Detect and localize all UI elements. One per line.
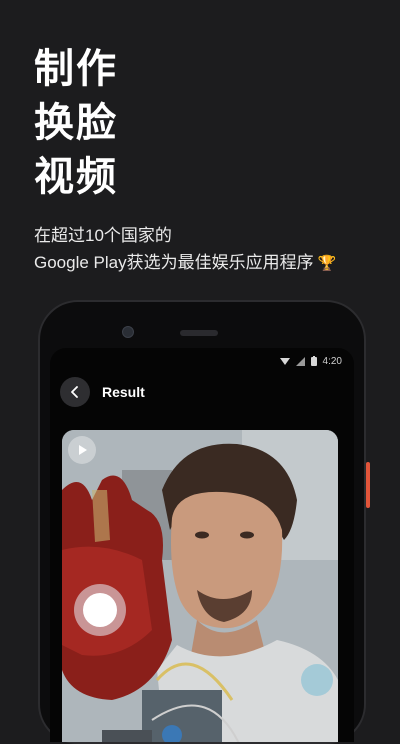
battery-icon — [310, 356, 317, 366]
subtitle: 在超过10个国家的 Google Play获选为最佳娱乐应用程序 🏆 — [34, 222, 336, 277]
play-icon — [79, 445, 87, 455]
camera-icon — [122, 326, 134, 338]
subtitle-line-2-wrap: Google Play获选为最佳娱乐应用程序 🏆 — [34, 249, 336, 277]
phone-screen: 4:20 Result — [50, 348, 354, 742]
subtitle-line-2: Google Play获选为最佳娱乐应用程序 — [34, 253, 314, 272]
signal-icon — [295, 356, 305, 366]
wifi-icon — [279, 357, 290, 365]
app-bar: Result — [60, 374, 344, 410]
headline-line-3: 视频 — [34, 154, 118, 200]
phone-mockup: 4:20 Result — [38, 300, 370, 744]
headline-line-2: 换脸 — [34, 100, 118, 146]
status-time: 4:20 — [322, 355, 342, 367]
subtitle-line-1: 在超过10个国家的 — [34, 226, 172, 245]
back-button[interactable] — [60, 377, 90, 407]
trophy-icon: 🏆 — [317, 255, 337, 272]
result-image — [62, 430, 338, 742]
status-bar: 4:20 — [279, 354, 342, 368]
back-arrow-icon — [71, 386, 78, 398]
page-title: Result — [102, 384, 145, 400]
side-button — [366, 462, 370, 508]
headline-line-1: 制作 — [34, 46, 118, 92]
speaker-grille — [180, 330, 218, 336]
result-video[interactable] — [62, 430, 338, 742]
play-button[interactable] — [68, 436, 96, 464]
headline: 制作 换脸 视频 — [34, 42, 118, 204]
